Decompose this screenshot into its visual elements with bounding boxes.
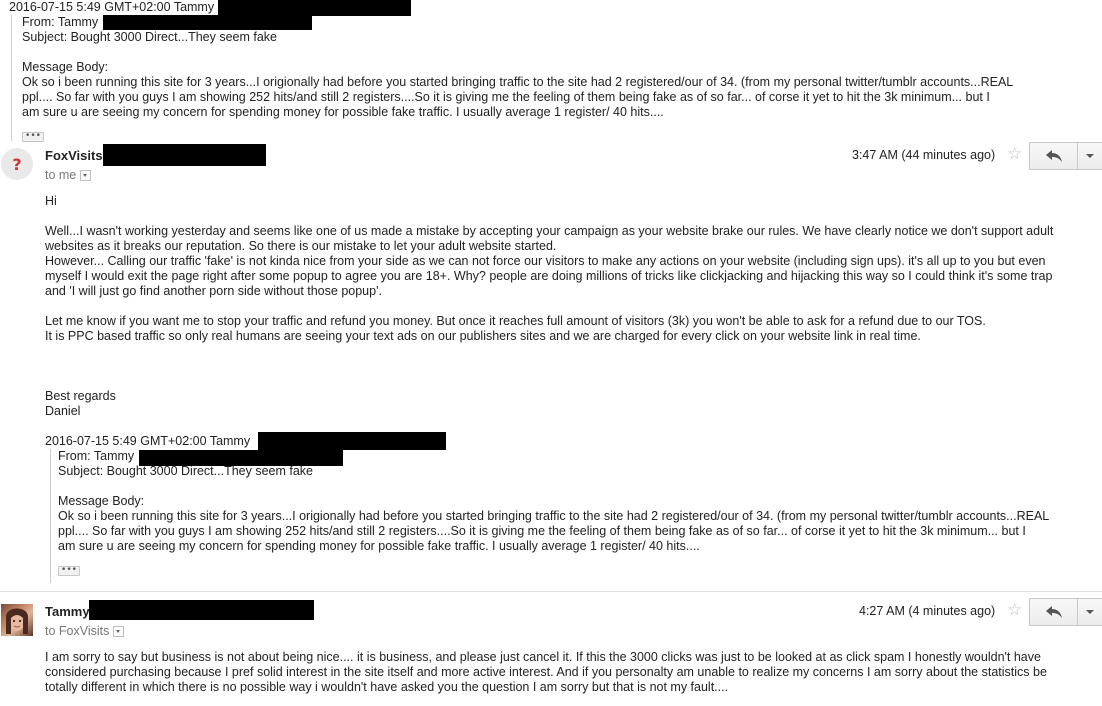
body-line: Let me know if you want me to stop your …	[45, 314, 986, 328]
recipient-text: to FoxVisits	[45, 624, 110, 638]
quote-body-line: am sure u are seeing my concern for spen…	[22, 105, 664, 119]
body-line: considered purchasing because I pref sol…	[45, 665, 1047, 679]
reply-button[interactable]	[1030, 599, 1078, 625]
quote-from: From: Tammy	[58, 449, 135, 463]
quote-subject: Subject: Bought 3000 Direct...They seem …	[22, 30, 277, 44]
chevron-down-icon	[1086, 154, 1094, 158]
more-actions-button[interactable]	[1078, 599, 1102, 625]
signature-name: Daniel	[45, 404, 81, 418]
body-line: websites as it breaks our reputation. So…	[45, 239, 557, 253]
star-icon[interactable]: ☆	[1007, 600, 1022, 620]
quote-body-line: ppl.... So far with you guys I am showin…	[22, 90, 990, 104]
more-actions-button[interactable]	[1078, 143, 1102, 169]
avatar-face-icon	[6, 608, 28, 634]
quote-subject: Subject: Bought 3000 Direct...They seem …	[58, 464, 313, 478]
redaction-bar	[89, 600, 314, 620]
reply-button-group	[1029, 598, 1102, 626]
redaction-bar	[103, 144, 266, 166]
quote-body-label: Message Body:	[58, 494, 145, 508]
unknown-sender-avatar: ?	[1, 148, 33, 180]
message-timestamp: 3:47 AM (44 minutes ago)	[852, 148, 996, 162]
redaction-bar	[103, 15, 312, 30]
show-trimmed-content-button[interactable]: •••	[58, 566, 80, 576]
sender-name[interactable]: FoxVisits	[45, 148, 103, 163]
reply-arrow-icon	[1046, 606, 1062, 618]
quote-body-line: Ok so i been running this site for 3 yea…	[58, 509, 1050, 523]
reply-arrow-icon	[1046, 150, 1062, 162]
show-details-dropdown-icon[interactable]	[80, 170, 92, 182]
redaction-bar	[258, 432, 446, 450]
sender-name[interactable]: Tammy	[45, 604, 90, 619]
body-line: totally different in which there is no p…	[45, 680, 729, 694]
quote-body-line: ppl.... So far with you guys I am showin…	[58, 524, 1026, 538]
redaction-bar	[218, 0, 411, 16]
sender-photo-avatar	[1, 604, 33, 636]
signoff-line: Best regards	[45, 389, 116, 403]
reply-button-group	[1029, 142, 1102, 170]
show-details-dropdown-icon[interactable]	[113, 626, 125, 638]
body-line: Hi	[45, 194, 57, 208]
quote-body-line: Ok so i been running this site for 3 yea…	[22, 75, 1014, 89]
quote-border	[50, 449, 51, 583]
quote-header: 2016-07-15 5:49 GMT+02:00 Tammy	[45, 434, 251, 448]
quote-header: 2016-07-15 5:49 GMT+02:00 Tammy	[9, 0, 215, 14]
show-trimmed-content-button[interactable]: •••	[22, 132, 44, 142]
star-icon[interactable]: ☆	[1007, 144, 1022, 164]
recipient-line: to me	[45, 168, 92, 183]
quote-body-line: am sure u are seeing my concern for spen…	[58, 539, 700, 553]
reply-button[interactable]	[1030, 143, 1078, 169]
quote-body-label: Message Body:	[22, 60, 109, 74]
quote-border	[11, 15, 12, 141]
body-line: I am sorry to say but business is not ab…	[45, 650, 1041, 664]
body-line: Well...I wasn't working yesterday and se…	[45, 224, 1054, 238]
chevron-down-icon	[1086, 610, 1094, 614]
quote-from: From: Tammy	[22, 15, 99, 29]
body-line: It is PPC based traffic so only real hum…	[45, 329, 921, 343]
recipient-text: to me	[45, 168, 77, 182]
body-line: myself I would exit the page right after…	[45, 269, 1053, 283]
message-timestamp: 4:27 AM (4 minutes ago)	[859, 604, 996, 618]
body-line: However... Calling our traffic 'fake' is…	[45, 254, 1046, 268]
body-line: and 'I will just go find another porn si…	[45, 284, 382, 298]
recipient-line: to FoxVisits	[45, 624, 125, 639]
message-divider	[0, 591, 1102, 592]
